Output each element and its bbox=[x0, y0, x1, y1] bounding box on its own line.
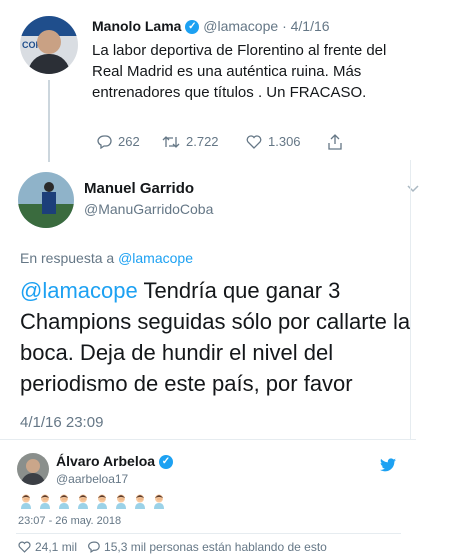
tweet-timestamp[interactable]: 23:07 - 26 may. 2018 bbox=[18, 515, 121, 527]
facepalm-emoji-icon bbox=[97, 494, 107, 509]
dot-separator: · bbox=[282, 18, 287, 34]
like-action[interactable]: 1.306 bbox=[246, 134, 301, 149]
reply-icon bbox=[97, 134, 112, 149]
dm-action[interactable] bbox=[328, 134, 342, 150]
user-name[interactable]: Manolo Lama bbox=[92, 18, 181, 34]
divider-right bbox=[410, 160, 411, 440]
user-handle[interactable]: @ManuGarridoCoba bbox=[84, 201, 213, 217]
twitter-bird-icon[interactable] bbox=[380, 458, 396, 472]
dm-icon bbox=[328, 134, 342, 150]
heart-icon bbox=[246, 134, 262, 149]
divider bbox=[16, 533, 401, 534]
reply-context: En respuesta a @lamacope bbox=[20, 250, 193, 266]
tweet3-header: Álvaro Arbeloa ✓ bbox=[56, 453, 173, 470]
tweet3-actions: 24,1 mil 15,3 mil personas están habland… bbox=[18, 540, 327, 554]
user-name[interactable]: Álvaro Arbeloa bbox=[56, 453, 155, 469]
facepalm-emoji-icon bbox=[21, 494, 31, 509]
emoji-row bbox=[18, 493, 170, 509]
facepalm-emoji-icon bbox=[78, 494, 88, 509]
tweet-date[interactable]: 4/1/16 bbox=[291, 18, 330, 34]
heart-icon[interactable] bbox=[18, 541, 31, 553]
user-handle[interactable]: @lamacope bbox=[203, 18, 278, 34]
tweet1-header: Manolo Lama ✓ @lamacope · 4/1/16 bbox=[92, 18, 330, 35]
reply-to-link[interactable]: @lamacope bbox=[118, 250, 193, 266]
comment-icon[interactable] bbox=[87, 541, 100, 553]
user-name[interactable]: Manuel Garrido bbox=[84, 180, 194, 197]
reply-count: 262 bbox=[118, 134, 140, 149]
talking-count[interactable]: 15,3 mil personas están hablando de esto bbox=[104, 540, 327, 554]
facepalm-emoji-icon bbox=[40, 494, 50, 509]
facepalm-emoji-icon bbox=[116, 494, 126, 509]
divider bbox=[0, 439, 416, 440]
like-count: 24,1 mil bbox=[35, 540, 78, 554]
verified-badge-icon: ✓ bbox=[185, 20, 200, 35]
facepalm-emoji-icon bbox=[135, 494, 145, 509]
user-handle[interactable]: @aarbeloa17 bbox=[56, 472, 128, 486]
avatar-alvaro-arbeloa[interactable] bbox=[17, 453, 49, 485]
retweet-action[interactable]: 2.722 bbox=[162, 134, 219, 149]
tweet2-text: @lamacope Tendría que ganar 3 Champions … bbox=[20, 275, 415, 399]
tweet1-text: La labor deportiva de Florentino al fren… bbox=[92, 42, 387, 101]
tweet-timestamp[interactable]: 4/1/16 23:09 bbox=[20, 414, 103, 431]
reply-action[interactable]: 262 bbox=[96, 134, 140, 149]
thread-line bbox=[48, 80, 50, 162]
retweet-count: 2.722 bbox=[186, 134, 219, 149]
retweet-icon bbox=[162, 135, 180, 148]
like-count: 1.306 bbox=[268, 134, 301, 149]
verified-badge-icon: ✓ bbox=[158, 455, 173, 470]
chevron-down-icon[interactable] bbox=[406, 184, 420, 194]
reply-prefix: En respuesta a bbox=[20, 250, 115, 266]
avatar-manuel-garrido[interactable] bbox=[18, 172, 74, 228]
facepalm-emoji-icon bbox=[59, 494, 69, 509]
facepalm-emoji-icon bbox=[154, 494, 164, 509]
mention-link[interactable]: @lamacope bbox=[20, 278, 138, 303]
avatar-manolo-lama[interactable]: COP bbox=[20, 16, 78, 74]
